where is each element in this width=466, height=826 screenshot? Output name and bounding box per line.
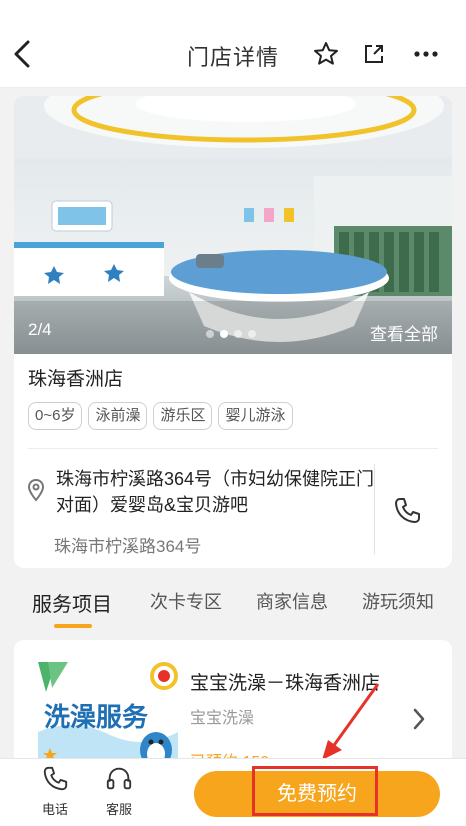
bottom-phone-button[interactable]: 电话 [30, 765, 80, 818]
view-all-photos-link[interactable]: 查看全部 [370, 320, 438, 345]
chevron-right-icon [410, 706, 428, 732]
tag-pre-swim-bath: 泳前澡 [88, 402, 148, 430]
bottom-support-button[interactable]: 客服 [94, 765, 144, 818]
headset-icon [106, 767, 132, 790]
share-icon [365, 45, 383, 63]
store-address-short: 珠海市柠溪路364号 [54, 537, 202, 556]
page-title: 门店详情 [186, 45, 279, 70]
more-button[interactable] [412, 40, 440, 68]
gallery-counter: 2/4 [28, 320, 52, 339]
tag-baby-swim: 婴儿游泳 [218, 402, 293, 430]
store-interior-photo [14, 96, 452, 354]
store-tags: 0~6岁 泳前澡 游乐区 婴儿游泳 [28, 402, 293, 430]
active-tab-indicator [54, 624, 92, 628]
status-bar [0, 0, 466, 20]
tab-punch-card[interactable]: 次卡专区 [150, 588, 222, 614]
phone-icon [395, 498, 420, 523]
gallery-pagination [206, 330, 256, 338]
phone-icon [43, 766, 68, 791]
share-button[interactable] [360, 40, 388, 68]
favorite-button[interactable] [312, 40, 340, 68]
store-address[interactable]: 珠海市柠溪路364号（市妇幼保健院正门对面）爱婴岛&宝贝游吧 [56, 466, 376, 518]
star-icon [314, 42, 338, 65]
tab-play-notice[interactable]: 游玩须知 [362, 588, 434, 614]
divider [28, 448, 438, 449]
pagination-dot [234, 330, 242, 338]
call-store-button[interactable] [392, 496, 422, 526]
vertical-divider [374, 464, 375, 554]
pagination-dot-active [220, 330, 228, 338]
service-subtitle: 宝宝洗澡 [190, 710, 255, 727]
free-booking-button[interactable]: 免费预约 [194, 771, 440, 817]
tag-play-area: 游乐区 [153, 402, 213, 430]
pagination-dot [206, 330, 214, 338]
service-title: 宝宝洗澡－珠海香洲店 [190, 673, 381, 694]
pagination-dot [248, 330, 256, 338]
bottom-action-bar: 电话 客服 免费预约 [0, 758, 466, 826]
tab-services[interactable]: 服务项目 [32, 588, 112, 617]
location-pin-icon [26, 478, 46, 502]
bottom-phone-label: 电话 [41, 802, 68, 817]
tag-age: 0~6岁 [28, 402, 83, 430]
tab-merchant-info[interactable]: 商家信息 [256, 588, 328, 614]
more-icon [414, 51, 438, 57]
section-tabs: 服务项目 次卡专区 商家信息 游玩须知 [0, 584, 466, 628]
top-nav-bar: 门店详情 [0, 20, 466, 88]
service-thumbnail: 洗澡服务 [38, 662, 178, 772]
service-thumb-text: 洗澡服务 [44, 702, 148, 732]
photo-gallery[interactable]: 2/4 查看全部 [14, 96, 452, 354]
store-name: 珠海香洲店 [28, 369, 124, 390]
back-button[interactable] [8, 34, 40, 74]
store-card: 2/4 查看全部 珠海香洲店 0~6岁 泳前澡 游乐区 婴儿游泳 珠海市柠溪路3… [14, 96, 452, 568]
back-arrow-icon [14, 40, 30, 68]
bottom-support-label: 客服 [105, 802, 132, 817]
